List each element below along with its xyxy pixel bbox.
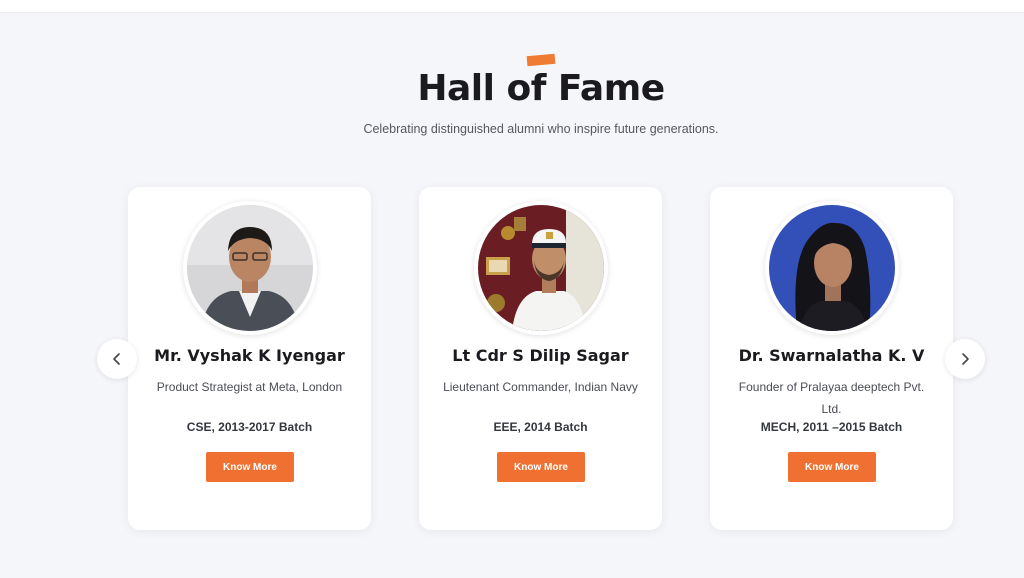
- alumni-card: Mr. Vyshak K Iyengar Product Strategist …: [128, 187, 371, 530]
- carousel-next-button[interactable]: [945, 339, 985, 379]
- alumni-batch: MECH, 2011 –2015 Batch: [760, 420, 903, 434]
- carousel-prev-button[interactable]: [97, 339, 137, 379]
- know-more-button[interactable]: Know More: [497, 452, 585, 482]
- know-more-button[interactable]: Know More: [788, 452, 876, 482]
- avatar-frame: [474, 201, 608, 335]
- alumni-role: Founder of Pralayaa deeptech Pvt. Ltd.: [738, 380, 925, 416]
- section-title: Hall of Fame: [417, 68, 665, 109]
- alumni-role: Product Strategist at Meta, London: [156, 380, 343, 394]
- alumni-card: Lt Cdr S Dilip Sagar Lieutenant Commande…: [419, 187, 662, 530]
- avatar-frame: [183, 201, 317, 335]
- know-more-button[interactable]: Know More: [206, 452, 294, 482]
- chevron-right-icon: [962, 353, 969, 365]
- alumni-name: Mr. Vyshak K Iyengar: [154, 346, 345, 365]
- alumni-photo: [769, 205, 895, 331]
- title-accent-bar: [526, 53, 556, 67]
- alumni-photo: [187, 205, 313, 331]
- alumni-name: Lt Cdr S Dilip Sagar: [452, 346, 629, 365]
- alumni-photo: [478, 205, 604, 331]
- avatar-frame: [765, 201, 899, 335]
- top-header-bar: [0, 0, 1024, 13]
- section-subtitle: Celebrating distinguished alumni who ins…: [363, 122, 719, 136]
- alumni-role: Lieutenant Commander, Indian Navy: [443, 380, 638, 394]
- alumni-batch: CSE, 2013-2017 Batch: [186, 420, 313, 434]
- alumni-name: Dr. Swarnalatha K. V: [738, 346, 925, 365]
- chevron-left-icon: [113, 353, 120, 365]
- alumni-batch: EEE, 2014 Batch: [493, 420, 588, 434]
- alumni-card: Dr. Swarnalatha K. V Founder of Pralayaa…: [710, 187, 953, 530]
